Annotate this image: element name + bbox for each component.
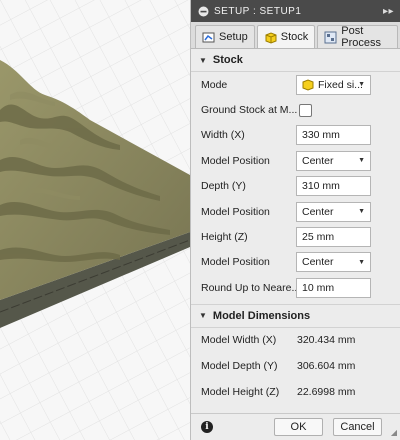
tab-stock[interactable]: Stock <box>256 25 316 48</box>
ground-stock-checkbox[interactable] <box>299 103 312 117</box>
chevron-down-icon: ▼ <box>358 208 365 216</box>
width-input[interactable]: 330 mm <box>296 125 371 146</box>
mode-value: Fixed si... <box>318 78 363 91</box>
model-position-y-value: Center <box>302 205 334 218</box>
ok-button[interactable]: OK <box>274 418 323 436</box>
width-value: 330 mm <box>302 129 340 142</box>
post-process-icon <box>324 31 337 44</box>
height-label: Height (Z) <box>201 231 248 244</box>
chevron-down-icon: ▼ <box>358 157 365 165</box>
round-up-input[interactable]: 10 mm <box>296 277 371 298</box>
setup-icon <box>202 31 215 44</box>
model-depth-value: 306.604 mm <box>297 359 356 372</box>
3d-viewport[interactable] <box>0 0 190 440</box>
ground-stock-row: Ground Stock at M... <box>191 97 400 122</box>
stock-section-title: Stock <box>212 54 243 66</box>
round-up-value: 10 mm <box>302 281 335 294</box>
model-height-row: Model Height (Z) 22.6998 mm <box>191 379 400 405</box>
model-position-y-row: Model Position Center ▼ <box>191 199 400 224</box>
model-position-y-label: Model Position <box>201 205 270 218</box>
depth-row: Depth (Y) 310 mm <box>191 174 400 199</box>
panel-titlebar: SETUP : SETUP1 ▸▸ <box>191 0 400 22</box>
model-position-x-dropdown[interactable]: Center ▼ <box>296 150 371 171</box>
model-width-row: Model Width (X) 320.434 mm <box>191 328 400 354</box>
model-dimensions-title: Model Dimensions <box>212 309 311 322</box>
model-position-x-label: Model Position <box>201 154 270 167</box>
model-height-value: 22.6998 mm <box>297 385 356 398</box>
depth-input[interactable]: 310 mm <box>296 176 371 197</box>
depth-value: 310 mm <box>302 180 340 193</box>
minus-circle-icon[interactable] <box>197 5 209 17</box>
model-position-z-label: Model Position <box>201 256 270 269</box>
chevron-down-icon: ▼ <box>358 258 365 266</box>
model-dimensions-header[interactable]: ▼ Model Dimensions <box>191 303 400 328</box>
panel-title: SETUP : SETUP1 <box>214 5 302 17</box>
width-row: Width (X) 330 mm <box>191 123 400 148</box>
width-label: Width (X) <box>201 129 245 142</box>
model-width-value: 320.434 mm <box>297 334 356 347</box>
tab-bar: Setup Stock Post Process <box>191 22 400 49</box>
model-position-x-row: Model Position Center ▼ <box>191 148 400 173</box>
model-position-z-row: Model Position Center ▼ <box>191 250 400 275</box>
tab-setup-label: Setup <box>219 31 248 43</box>
cancel-button[interactable]: Cancel <box>333 418 382 436</box>
model-position-x-value: Center <box>302 154 334 167</box>
model-position-z-dropdown[interactable]: Center ▼ <box>296 252 371 273</box>
setup-panel: SETUP : SETUP1 ▸▸ Setup Stock Post Proce… <box>190 0 400 440</box>
model-height-label: Model Height (Z) <box>201 385 280 398</box>
expand-arrows-icon[interactable]: ▸▸ <box>383 6 394 17</box>
tab-stock-label: Stock <box>280 31 309 43</box>
model-depth-row: Model Depth (Y) 306.604 mm <box>191 353 400 379</box>
collapse-triangle-icon: ▼ <box>199 311 207 321</box>
tab-post-process-label: Post Process <box>341 25 382 49</box>
ground-stock-label: Ground Stock at M... <box>201 104 297 117</box>
mode-row: Mode Fixed si... ▼ <box>191 72 400 97</box>
chevron-down-icon: ▼ <box>358 81 365 89</box>
height-input[interactable]: 25 mm <box>296 227 371 248</box>
resize-grip-icon[interactable]: ◢ <box>391 428 397 437</box>
height-value: 25 mm <box>302 231 335 244</box>
tab-setup[interactable]: Setup <box>195 25 255 48</box>
model-position-z-value: Center <box>302 256 334 269</box>
model-position-y-dropdown[interactable]: Center ▼ <box>296 201 371 222</box>
mode-label: Mode <box>201 78 228 91</box>
info-icon[interactable]: i <box>201 421 213 433</box>
collapse-triangle-icon: ▼ <box>199 55 207 65</box>
depth-label: Depth (Y) <box>201 180 246 193</box>
stock-section-header[interactable]: ▼ Stock <box>191 49 400 72</box>
stock-cube-icon <box>302 79 314 91</box>
model-canvas[interactable] <box>0 0 190 440</box>
mode-dropdown[interactable]: Fixed si... ▼ <box>296 74 371 95</box>
tab-post-process[interactable]: Post Process <box>317 25 398 49</box>
model-depth-label: Model Depth (Y) <box>201 359 278 372</box>
round-up-label: Round Up to Neare... <box>201 281 297 294</box>
model-width-label: Model Width (X) <box>201 334 277 347</box>
stock-cube-icon <box>264 31 277 44</box>
round-up-row: Round Up to Neare... 10 mm <box>191 275 400 300</box>
height-row: Height (Z) 25 mm <box>191 224 400 249</box>
dialog-footer: i OK Cancel ◢ <box>191 413 400 440</box>
